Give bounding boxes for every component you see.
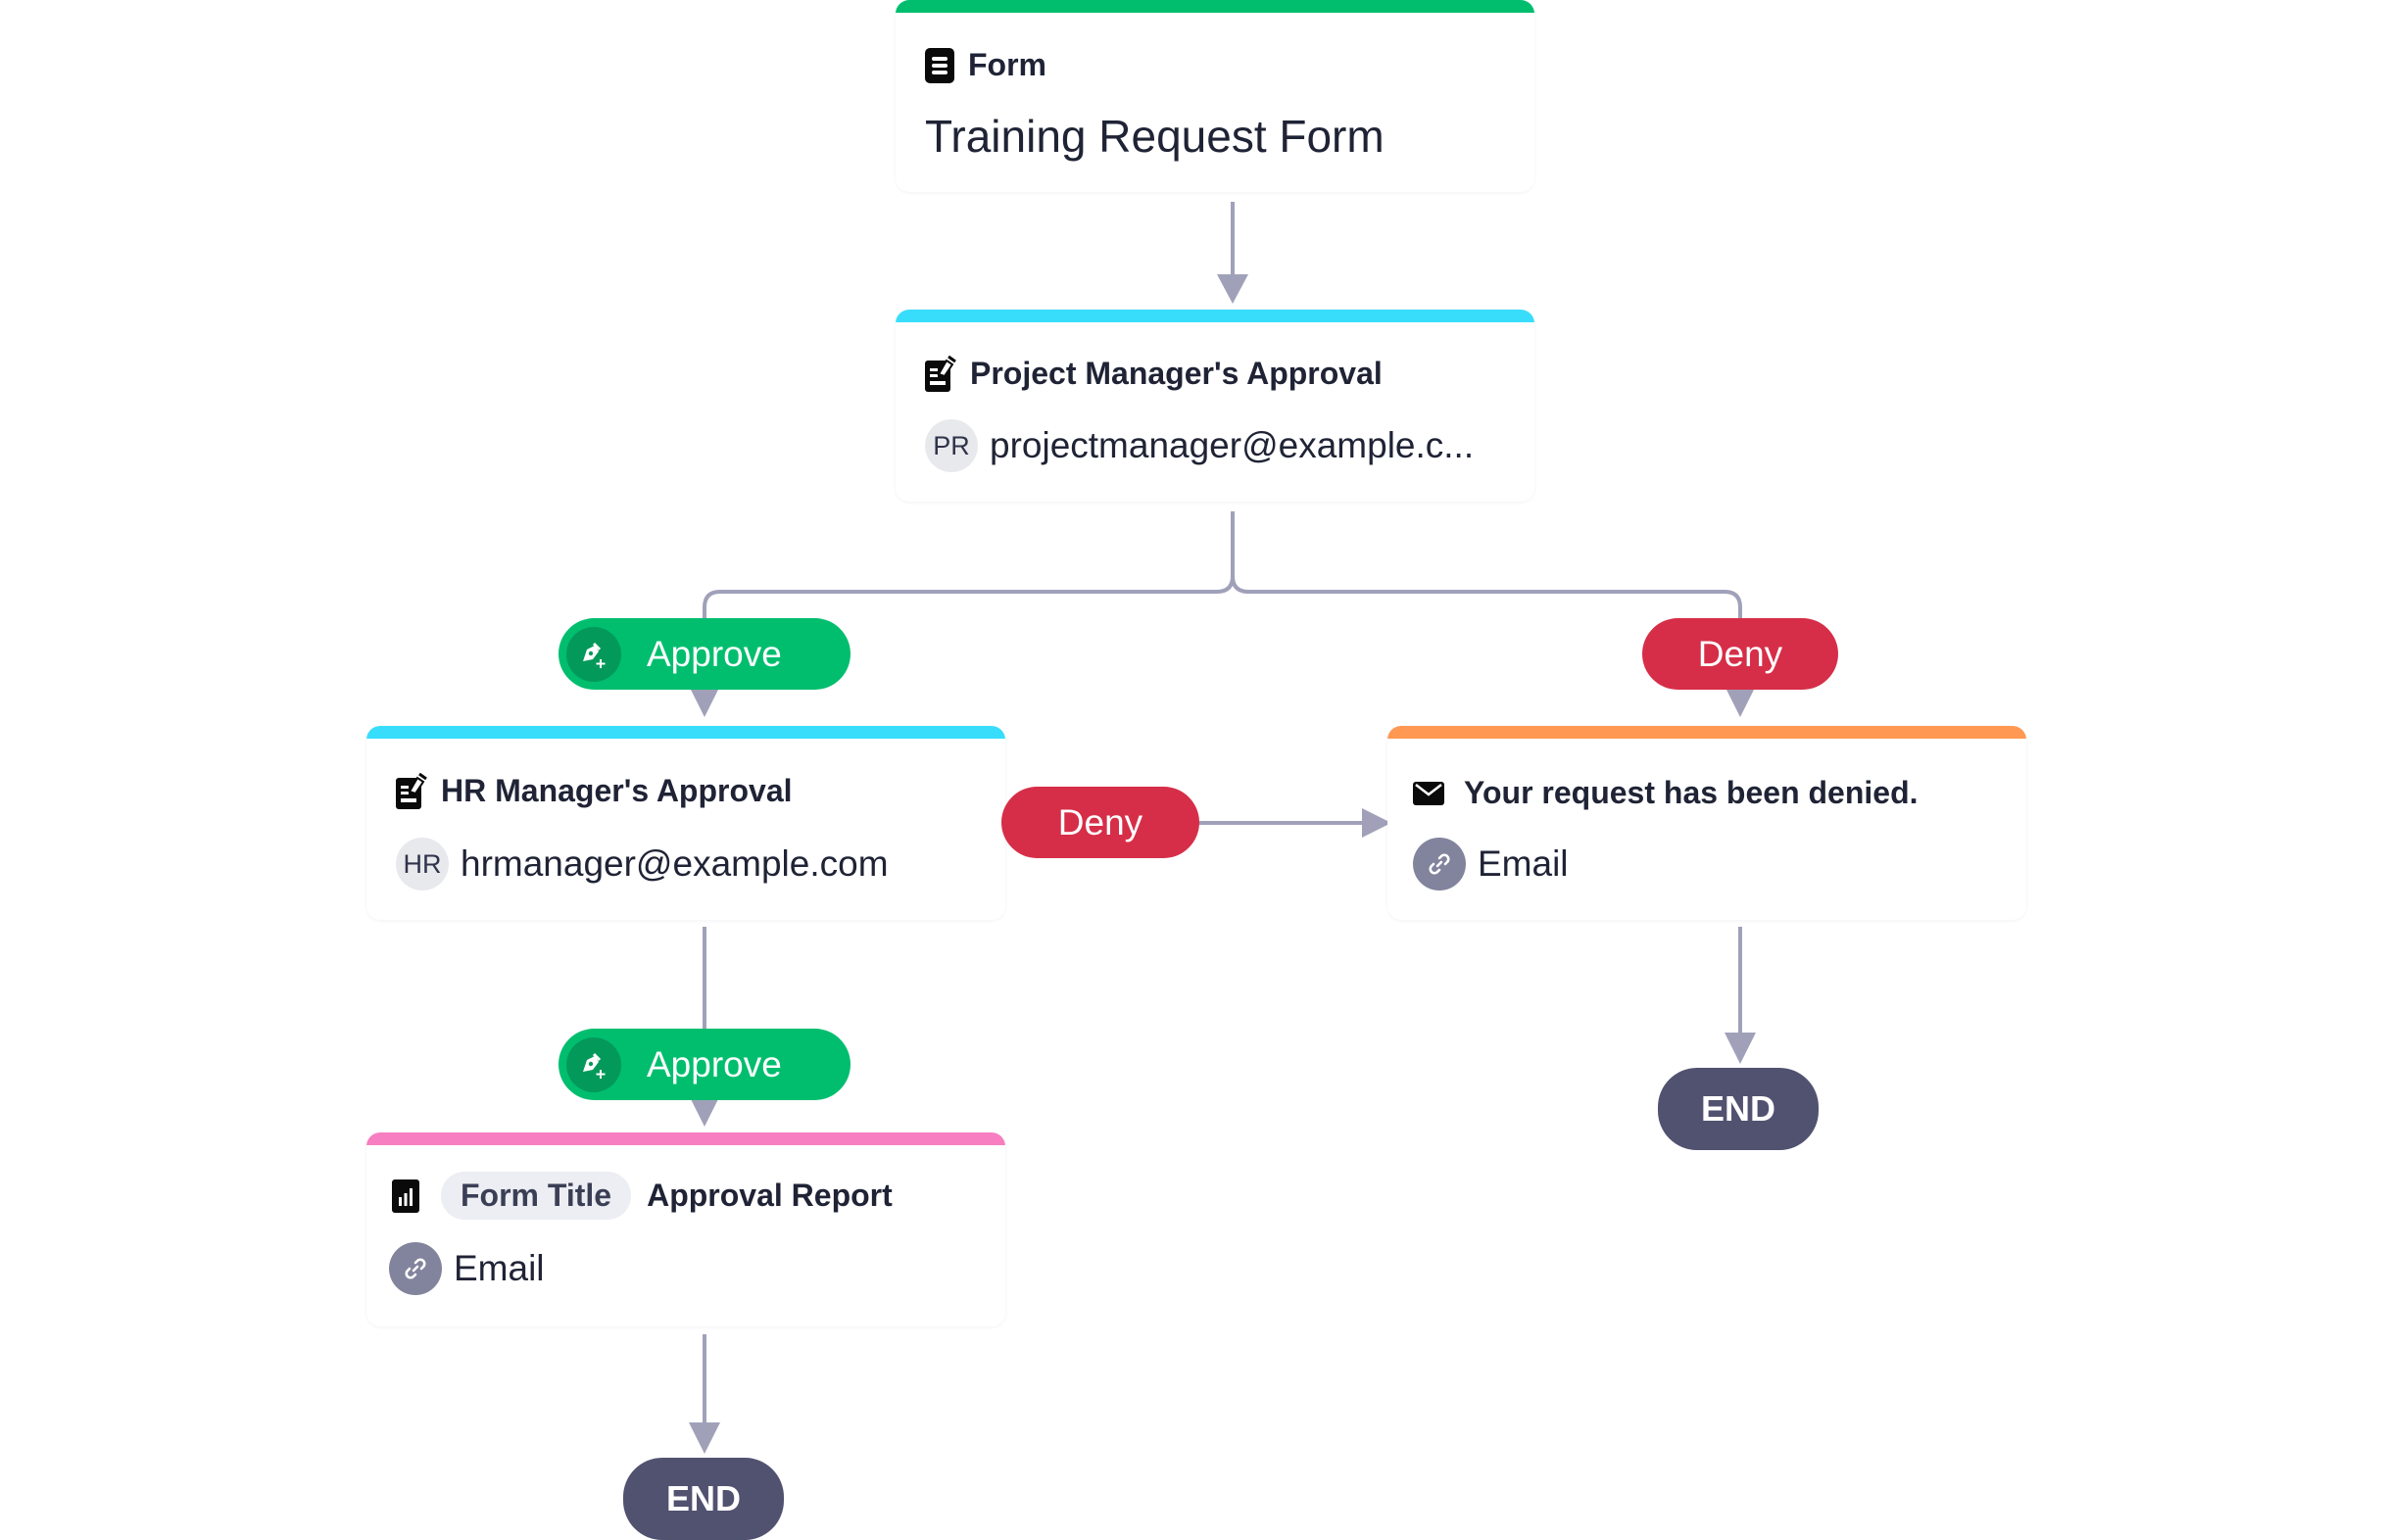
connector-pm-branch: [703, 511, 1235, 619]
pm-approval-node[interactable]: Project Manager's Approval PR projectman…: [896, 310, 1534, 502]
form-node-color-bar: [896, 0, 1534, 13]
report-color-bar: [366, 1132, 1005, 1145]
end-node[interactable]: END: [1658, 1068, 1819, 1150]
email-color-bar: [1387, 726, 2026, 739]
arrowhead: [1725, 1033, 1756, 1064]
connector-pm-branch-right: [1231, 575, 1742, 619]
approval-color-bar: [366, 726, 1005, 739]
form-node[interactable]: Form Training Request Form: [896, 0, 1534, 192]
form-title-chip: Form Title: [441, 1172, 632, 1220]
link-icon: [1413, 838, 1466, 890]
node-type-label: Form: [968, 47, 1046, 82]
end-label: END: [1700, 1088, 1775, 1129]
approval-icon: [396, 772, 427, 809]
arrowhead: [1726, 690, 1754, 717]
deny-branch-button[interactable]: Deny: [1642, 618, 1838, 690]
approval-title: Project Manager's Approval: [970, 355, 1383, 391]
approve-label: Approve: [647, 633, 782, 674]
approval-color-bar: [896, 310, 1534, 322]
approval-icon: [925, 355, 956, 392]
approval-title: HR Manager's Approval: [441, 772, 793, 808]
report-node[interactable]: Form Title Approval Report Email: [366, 1132, 1005, 1326]
pen-plus-icon: [566, 626, 621, 682]
assignee-email: projectmanager@example.c...: [990, 425, 1475, 465]
denied-email-node[interactable]: Your request has been denied. Email: [1387, 726, 2026, 920]
approve-branch-button[interactable]: Approve: [559, 618, 850, 690]
form-title: Training Request Form: [925, 111, 1385, 162]
avatar: PR: [925, 419, 978, 472]
arrowhead: [691, 690, 718, 717]
end-label: END: [665, 1478, 741, 1518]
pen-plus-icon: [566, 1036, 621, 1092]
action-label: Email: [454, 1248, 545, 1288]
deny-branch-button[interactable]: Deny: [1001, 787, 1199, 858]
assignee-email: hrmanager@example.com: [461, 843, 889, 884]
email-subject: Your request has been denied.: [1464, 775, 1919, 810]
end-node[interactable]: END: [623, 1458, 784, 1540]
report-title: Approval Report: [647, 1178, 893, 1213]
report-icon: [392, 1179, 419, 1213]
deny-label: Deny: [1057, 801, 1143, 842]
approve-label: Approve: [647, 1043, 782, 1084]
arrowhead: [691, 1099, 718, 1127]
action-label: Email: [1478, 843, 1569, 884]
approve-branch-button[interactable]: Approve: [559, 1029, 850, 1100]
link-icon: [389, 1242, 442, 1295]
deny-label: Deny: [1697, 633, 1783, 674]
hr-approval-node[interactable]: HR Manager's Approval HR hrmanager@examp…: [366, 726, 1005, 920]
arrowhead: [1217, 274, 1248, 304]
envelope-icon: [1413, 781, 1444, 805]
form-icon: [925, 47, 954, 83]
avatar: HR: [396, 838, 449, 890]
arrowhead: [689, 1422, 720, 1454]
